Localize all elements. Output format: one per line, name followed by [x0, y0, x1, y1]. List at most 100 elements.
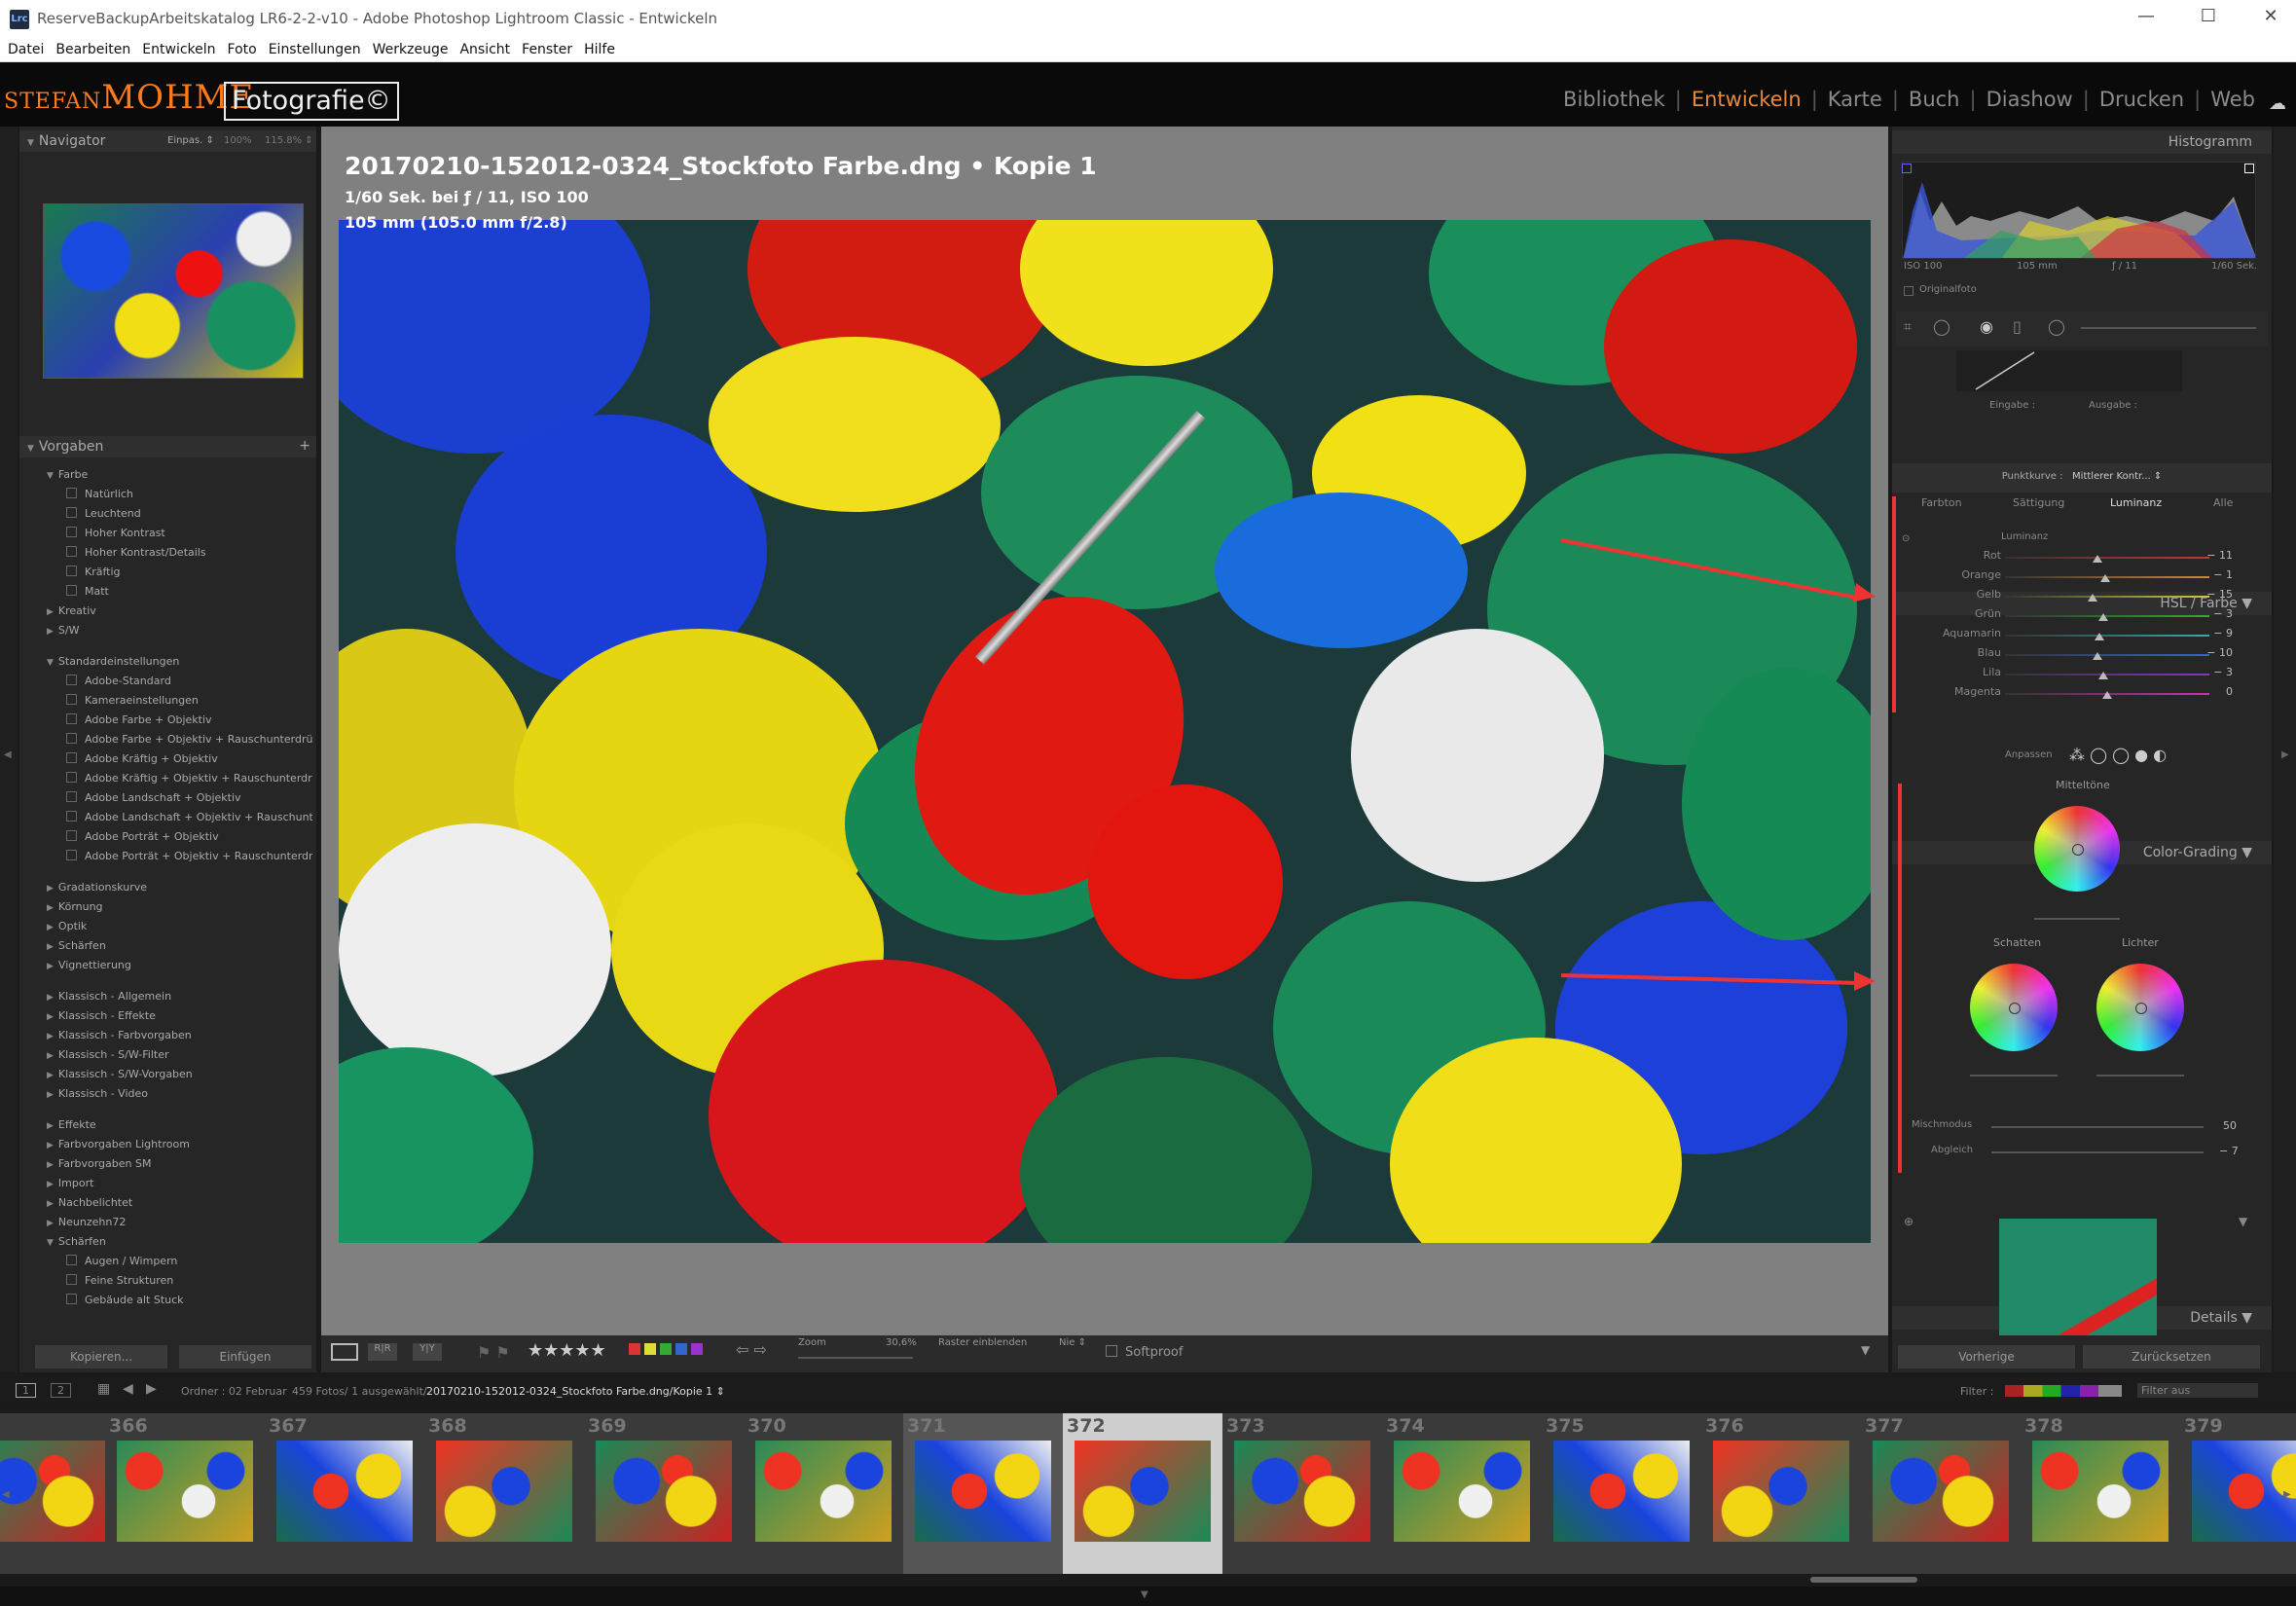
cloud-icon[interactable]: ☁ — [2269, 93, 2286, 114]
before-after-icon[interactable]: R|R — [368, 1343, 397, 1361]
histogram[interactable] — [1902, 162, 2256, 259]
copy-button[interactable]: Kopieren... — [35, 1345, 167, 1369]
paste-button[interactable]: Einfügen — [179, 1345, 311, 1369]
filmstrip-scrollbar[interactable] — [1810, 1577, 1917, 1583]
toolbar-menu-icon[interactable]: ▼ — [1861, 1343, 1870, 1357]
details-target-icon[interactable]: ⊕ — [1904, 1215, 1913, 1228]
back-icon[interactable]: ◀ — [123, 1381, 133, 1397]
preset-item[interactable]: Feine Strukturen — [35, 1271, 312, 1291]
preset-item[interactable]: Hoher Kontrast/Details — [35, 543, 312, 563]
thumb-image[interactable] — [755, 1441, 892, 1542]
color-label-0[interactable] — [629, 1343, 640, 1355]
grid-value[interactable]: Nie ⇕ — [1059, 1337, 1086, 1348]
preset-group[interactable]: ▼ Farbe — [35, 465, 312, 485]
collapsed-icon[interactable]: ▶ — [47, 884, 54, 894]
thumb-image[interactable] — [117, 1441, 253, 1542]
navigator-preview[interactable] — [43, 203, 304, 379]
zoom-custom[interactable]: 115.8% ⇕ — [265, 135, 313, 146]
filmstrip-thumb[interactable]: 367 — [265, 1413, 424, 1574]
left-panel-toggle-icon[interactable]: ◀ — [4, 749, 12, 760]
preset-item[interactable]: Adobe Landschaft + Objektiv — [35, 788, 312, 808]
thumb-image[interactable] — [1394, 1441, 1530, 1542]
preset-item[interactable]: Adobe Farbe + Objektiv + Rauschunterdrü.… — [35, 730, 312, 749]
preset-item[interactable]: Adobe Porträt + Objektiv + Rauschunterdr… — [35, 847, 312, 866]
flag-icon[interactable]: ⚑ ⚑ — [477, 1343, 510, 1362]
filmstrip-toggle-icon[interactable]: ▼ — [1141, 1589, 1148, 1600]
tab-saettigung[interactable]: Sättigung — [2013, 496, 2064, 509]
expanded-icon[interactable]: ▼ — [47, 658, 54, 668]
zoom-fit[interactable]: Einpas. ⇕ — [167, 135, 214, 146]
maximize-icon[interactable]: ☐ — [2194, 6, 2223, 26]
preset-item[interactable]: Kräftig — [35, 563, 312, 582]
color-label-3[interactable] — [675, 1343, 687, 1355]
collapsed-icon[interactable]: ▶ — [47, 993, 54, 1003]
slider-knob[interactable] — [2092, 555, 2102, 563]
thumb-image[interactable] — [1075, 1441, 1211, 1542]
minimize-icon[interactable]: — — [2132, 6, 2161, 26]
filmstrip-thumb[interactable]: 378 — [2021, 1413, 2180, 1574]
filmstrip-thumb[interactable]: 369 — [584, 1413, 744, 1574]
thumb-image[interactable] — [1873, 1441, 2009, 1542]
slider-knob[interactable] — [2097, 613, 2108, 621]
preset-group[interactable]: ▶ Klassisch - S/W-Filter — [35, 1045, 312, 1065]
collapsed-icon[interactable]: ▶ — [47, 607, 54, 617]
grid-view-icon[interactable]: ▦ — [97, 1381, 110, 1397]
loupe-view-icon[interactable] — [331, 1343, 358, 1361]
color-label-1[interactable] — [644, 1343, 656, 1355]
filmstrip-right-icon[interactable]: ▶ — [2283, 1489, 2291, 1500]
collapsed-icon[interactable]: ▶ — [47, 627, 54, 637]
star-rating[interactable]: ★★★★★ — [528, 1340, 606, 1361]
slider-knob[interactable] — [2092, 652, 2102, 660]
preset-group[interactable]: ▶ Farbvorgaben SM — [35, 1154, 312, 1174]
filmstrip-thumb[interactable]: 375 — [1542, 1413, 1701, 1574]
slider-knob[interactable] — [2097, 672, 2108, 679]
histogram-header[interactable]: Histogramm — [1892, 130, 2272, 154]
thumb-image[interactable] — [1553, 1441, 1690, 1542]
forward-icon[interactable]: ▶ — [146, 1381, 157, 1397]
thumb-image[interactable] — [436, 1441, 572, 1542]
detail-preview[interactable] — [1999, 1219, 2157, 1335]
redeye-icon[interactable]: ◉ — [1980, 317, 1993, 336]
highlight-clipping-icon[interactable] — [2244, 164, 2254, 173]
hsl-slider-aquamarin[interactable] — [2005, 635, 2209, 637]
preset-group[interactable]: ▶ Optik — [35, 917, 312, 936]
preset-item[interactable]: Kameraeinstellungen — [35, 691, 312, 711]
color-grading-modes[interactable]: ⁂ ◯ ◯ ● ◐ — [2069, 746, 2167, 764]
slider-knob[interactable] — [2099, 574, 2110, 582]
filmstrip-thumb[interactable]: 371 — [903, 1413, 1063, 1574]
menu-foto[interactable]: Foto — [228, 39, 257, 57]
filmstrip-thumb[interactable]: 368 — [424, 1413, 584, 1574]
preset-group[interactable]: ▶ Vignettierung — [35, 956, 312, 975]
collapsed-icon[interactable]: ▶ — [47, 1121, 54, 1131]
module-bibliothek[interactable]: Bibliothek — [1563, 88, 1665, 111]
shadows-wheel[interactable] — [1970, 964, 2058, 1051]
tab-alle[interactable]: Alle — [2213, 496, 2233, 509]
preset-group[interactable]: ▶ Kreativ — [35, 602, 312, 621]
filmstrip-thumb[interactable]: 374 — [1382, 1413, 1542, 1574]
monitor-2[interactable]: 2 — [51, 1383, 71, 1398]
module-entwickeln[interactable]: Entwickeln — [1692, 88, 1802, 111]
collapsed-icon[interactable]: ▶ — [47, 903, 54, 913]
tone-curve-area[interactable] — [1956, 350, 2182, 391]
midtones-luminance-slider[interactable] — [2034, 918, 2120, 920]
preset-group[interactable]: ▶ Klassisch - Video — [35, 1084, 312, 1104]
preset-group[interactable]: ▶ Klassisch - Farbvorgaben — [35, 1026, 312, 1045]
midtones-wheel[interactable] — [2034, 806, 2120, 892]
module-karte[interactable]: Karte — [1828, 88, 1882, 111]
collapsed-icon[interactable]: ▶ — [47, 1071, 54, 1080]
preset-group[interactable]: ▶ Klassisch - S/W-Vorgaben — [35, 1065, 312, 1084]
filmstrip-thumb[interactable]: 379 — [2180, 1413, 2296, 1574]
filmstrip-thumb[interactable]: 366 — [105, 1413, 265, 1574]
collapsed-icon[interactable]: ▶ — [47, 1012, 54, 1022]
collapsed-icon[interactable]: ▶ — [47, 1090, 54, 1100]
add-preset-icon[interactable]: + — [299, 438, 310, 454]
preset-group[interactable]: ▶ Gradationskurve — [35, 878, 312, 897]
filmstrip-left-icon[interactable]: ◀ — [2, 1489, 10, 1500]
presets-header[interactable]: ▼ Vorgaben + — [19, 436, 316, 457]
collapsed-icon[interactable]: ▶ — [47, 962, 54, 971]
filmstrip-thumb[interactable]: 377 — [1861, 1413, 2021, 1574]
graduated-filter-icon[interactable]: ▯ — [2013, 317, 2022, 336]
preset-group[interactable]: ▶ Effekte — [35, 1115, 312, 1135]
menu-einstellungen[interactable]: Einstellungen — [269, 39, 361, 57]
collapsed-icon[interactable]: ▶ — [47, 1032, 54, 1041]
